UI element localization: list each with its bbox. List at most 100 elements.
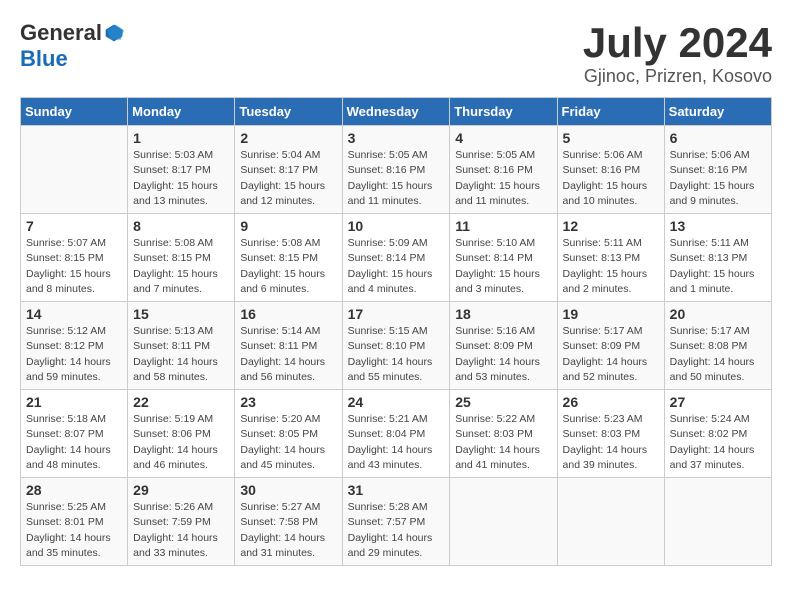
calendar-cell: 15 Sunrise: 5:13 AM Sunset: 8:11 PM Dayli… xyxy=(128,302,235,390)
calendar-header-friday: Friday xyxy=(557,98,664,126)
calendar-cell: 13Sunrise: 5:11 AM Sunset: 8:13 PM Dayli… xyxy=(664,214,771,302)
day-number: 12 xyxy=(563,218,659,234)
calendar-cell: 31 Sunrise: 5:28 AM Sunset: 7:57 PM Dayli… xyxy=(342,478,450,566)
calendar-cell: 10 Sunrise: 5:09 AM Sunset: 8:14 PM Dayli… xyxy=(342,214,450,302)
day-info: Sunrise: 5:23 AM Sunset: 8:03 PM Dayligh… xyxy=(563,412,659,473)
day-number: 18 xyxy=(455,306,551,322)
calendar-cell: 16Sunrise: 5:14 AM Sunset: 8:11 PM Dayli… xyxy=(235,302,342,390)
calendar-cell xyxy=(664,478,771,566)
day-number: 31 xyxy=(348,482,445,498)
calendar-cell: 11 Sunrise: 5:10 AM Sunset: 8:14 PM Dayli… xyxy=(450,214,557,302)
logo-general-text: General xyxy=(20,20,102,46)
day-info: Sunrise: 5:20 AM Sunset: 8:05 PM Dayligh… xyxy=(240,412,336,473)
day-number: 8 xyxy=(133,218,229,234)
day-info: Sunrise: 5:21 AM Sunset: 8:04 PM Dayligh… xyxy=(348,412,445,473)
calendar-week-row: 1 Sunrise: 5:03 AM Sunset: 8:17 PM Daylig… xyxy=(21,126,772,214)
day-number: 11 xyxy=(455,218,551,234)
day-number: 7 xyxy=(26,218,122,234)
day-number: 4 xyxy=(455,130,551,146)
calendar-cell: 5 Sunrise: 5:06 AM Sunset: 8:16 PM Daylig… xyxy=(557,126,664,214)
day-number: 28 xyxy=(26,482,122,498)
calendar-cell: 24 Sunrise: 5:21 AM Sunset: 8:04 PM Dayli… xyxy=(342,390,450,478)
calendar-cell: 12 Sunrise: 5:11 AM Sunset: 8:13 PM Dayli… xyxy=(557,214,664,302)
calendar-table: SundayMondayTuesdayWednesdayThursdayFrid… xyxy=(20,97,772,566)
page-header: General Blue July 2024 Gjinoc, Prizren, … xyxy=(20,20,772,87)
calendar-cell: 21Sunrise: 5:18 AM Sunset: 8:07 PM Dayli… xyxy=(21,390,128,478)
calendar-cell: 27 Sunrise: 5:24 AM Sunset: 8:02 PM Dayli… xyxy=(664,390,771,478)
day-info: Sunrise: 5:09 AM Sunset: 8:14 PM Dayligh… xyxy=(348,236,445,297)
calendar-cell: 30Sunrise: 5:27 AM Sunset: 7:58 PM Dayli… xyxy=(235,478,342,566)
calendar-cell: 6 Sunrise: 5:06 AM Sunset: 8:16 PM Daylig… xyxy=(664,126,771,214)
calendar-cell: 8 Sunrise: 5:08 AM Sunset: 8:15 PM Daylig… xyxy=(128,214,235,302)
day-number: 9 xyxy=(240,218,336,234)
calendar-header-monday: Monday xyxy=(128,98,235,126)
day-info: Sunrise: 5:11 AM Sunset: 8:13 PM Dayligh… xyxy=(563,236,659,297)
day-info: Sunrise: 5:06 AM Sunset: 8:16 PM Dayligh… xyxy=(563,148,659,209)
calendar-cell: 29 Sunrise: 5:26 AM Sunset: 7:59 PM Dayli… xyxy=(128,478,235,566)
location: Gjinoc, Prizren, Kosovo xyxy=(583,66,772,87)
day-info: Sunrise: 5:08 AM Sunset: 8:15 PM Dayligh… xyxy=(240,236,336,297)
day-info: Sunrise: 5:18 AM Sunset: 8:07 PM Dayligh… xyxy=(26,412,122,473)
day-number: 15 xyxy=(133,306,229,322)
day-number: 19 xyxy=(563,306,659,322)
calendar-cell xyxy=(450,478,557,566)
calendar-cell: 20 Sunrise: 5:17 AM Sunset: 8:08 PM Dayli… xyxy=(664,302,771,390)
day-number: 13 xyxy=(670,218,766,234)
day-info: Sunrise: 5:22 AM Sunset: 8:03 PM Dayligh… xyxy=(455,412,551,473)
calendar-header-thursday: Thursday xyxy=(450,98,557,126)
title-section: July 2024 Gjinoc, Prizren, Kosovo xyxy=(583,20,772,87)
calendar-cell xyxy=(557,478,664,566)
calendar-cell: 14 Sunrise: 5:12 AM Sunset: 8:12 PM Dayli… xyxy=(21,302,128,390)
day-number: 10 xyxy=(348,218,445,234)
calendar-header-saturday: Saturday xyxy=(664,98,771,126)
day-number: 14 xyxy=(26,306,122,322)
calendar-week-row: 14 Sunrise: 5:12 AM Sunset: 8:12 PM Dayli… xyxy=(21,302,772,390)
calendar-cell: 18 Sunrise: 5:16 AM Sunset: 8:09 PM Dayli… xyxy=(450,302,557,390)
day-info: Sunrise: 5:05 AM Sunset: 8:16 PM Dayligh… xyxy=(348,148,445,209)
day-number: 17 xyxy=(348,306,445,322)
calendar-cell: 22Sunrise: 5:19 AM Sunset: 8:06 PM Dayli… xyxy=(128,390,235,478)
day-info: Sunrise: 5:28 AM Sunset: 7:57 PM Dayligh… xyxy=(348,500,445,561)
day-info: Sunrise: 5:25 AM Sunset: 8:01 PM Dayligh… xyxy=(26,500,122,561)
day-info: Sunrise: 5:24 AM Sunset: 8:02 PM Dayligh… xyxy=(670,412,766,473)
day-number: 26 xyxy=(563,394,659,410)
day-info: Sunrise: 5:12 AM Sunset: 8:12 PM Dayligh… xyxy=(26,324,122,385)
day-info: Sunrise: 5:26 AM Sunset: 7:59 PM Dayligh… xyxy=(133,500,229,561)
logo-icon xyxy=(104,23,124,43)
day-number: 6 xyxy=(670,130,766,146)
day-info: Sunrise: 5:04 AM Sunset: 8:17 PM Dayligh… xyxy=(240,148,336,209)
calendar-header-row: SundayMondayTuesdayWednesdayThursdayFrid… xyxy=(21,98,772,126)
day-number: 29 xyxy=(133,482,229,498)
day-info: Sunrise: 5:08 AM Sunset: 8:15 PM Dayligh… xyxy=(133,236,229,297)
day-info: Sunrise: 5:27 AM Sunset: 7:58 PM Dayligh… xyxy=(240,500,336,561)
day-number: 24 xyxy=(348,394,445,410)
calendar-cell: 1 Sunrise: 5:03 AM Sunset: 8:17 PM Daylig… xyxy=(128,126,235,214)
month-title: July 2024 xyxy=(583,20,772,66)
day-number: 3 xyxy=(348,130,445,146)
calendar-cell: 4Sunrise: 5:05 AM Sunset: 8:16 PM Daylig… xyxy=(450,126,557,214)
day-info: Sunrise: 5:06 AM Sunset: 8:16 PM Dayligh… xyxy=(670,148,766,209)
day-info: Sunrise: 5:03 AM Sunset: 8:17 PM Dayligh… xyxy=(133,148,229,209)
calendar-week-row: 7Sunrise: 5:07 AM Sunset: 8:15 PM Daylig… xyxy=(21,214,772,302)
calendar-header-sunday: Sunday xyxy=(21,98,128,126)
day-number: 27 xyxy=(670,394,766,410)
day-info: Sunrise: 5:17 AM Sunset: 8:08 PM Dayligh… xyxy=(670,324,766,385)
calendar-week-row: 21Sunrise: 5:18 AM Sunset: 8:07 PM Dayli… xyxy=(21,390,772,478)
day-info: Sunrise: 5:17 AM Sunset: 8:09 PM Dayligh… xyxy=(563,324,659,385)
calendar-cell: 3 Sunrise: 5:05 AM Sunset: 8:16 PM Daylig… xyxy=(342,126,450,214)
day-number: 20 xyxy=(670,306,766,322)
calendar-header-wednesday: Wednesday xyxy=(342,98,450,126)
day-number: 5 xyxy=(563,130,659,146)
day-number: 1 xyxy=(133,130,229,146)
calendar-cell: 9 Sunrise: 5:08 AM Sunset: 8:15 PM Daylig… xyxy=(235,214,342,302)
calendar-cell: 28 Sunrise: 5:25 AM Sunset: 8:01 PM Dayli… xyxy=(21,478,128,566)
calendar-cell xyxy=(21,126,128,214)
day-info: Sunrise: 5:16 AM Sunset: 8:09 PM Dayligh… xyxy=(455,324,551,385)
logo: General Blue xyxy=(20,20,124,72)
logo-blue-text: Blue xyxy=(20,46,68,72)
calendar-cell: 26 Sunrise: 5:23 AM Sunset: 8:03 PM Dayli… xyxy=(557,390,664,478)
day-info: Sunrise: 5:13 AM Sunset: 8:11 PM Dayligh… xyxy=(133,324,229,385)
day-number: 23 xyxy=(240,394,336,410)
calendar-cell: 23 Sunrise: 5:20 AM Sunset: 8:05 PM Dayli… xyxy=(235,390,342,478)
day-info: Sunrise: 5:10 AM Sunset: 8:14 PM Dayligh… xyxy=(455,236,551,297)
